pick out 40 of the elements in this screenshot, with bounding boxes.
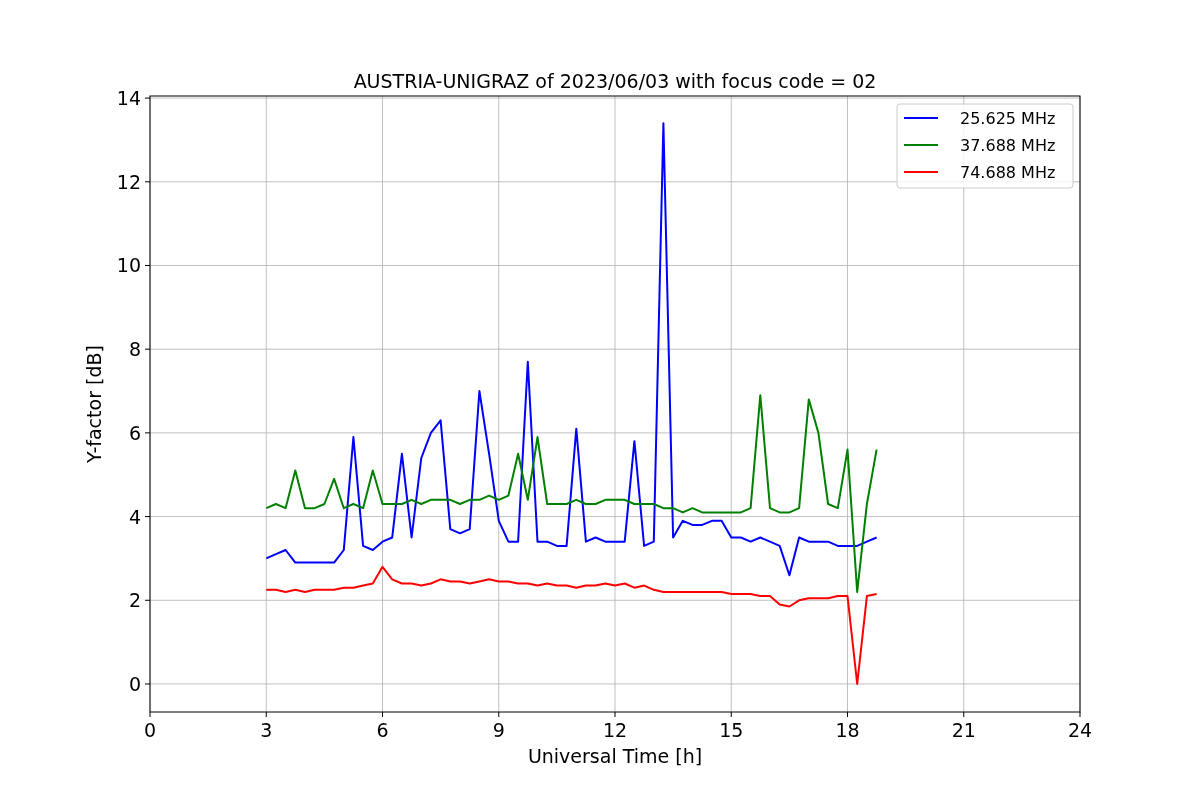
tick-label: 3 [260, 719, 273, 741]
tick-label: 6 [128, 421, 141, 444]
tick-label: 21 [951, 719, 976, 741]
tick-label: 0 [128, 672, 141, 695]
tick-mark [144, 683, 151, 685]
tick-mark [144, 181, 151, 183]
tick-label: 15 [719, 719, 744, 741]
tick-mark [498, 711, 500, 718]
tick-mark [144, 265, 151, 266]
tick-label: 10 [116, 254, 141, 277]
tick-mark [847, 711, 848, 718]
tick-label: 18 [835, 719, 860, 741]
tick-label: 6 [376, 719, 389, 741]
tick-mark [144, 599, 151, 601]
tick-mark [382, 711, 383, 718]
tick-label: 24 [1067, 719, 1093, 741]
tick-label: 2 [128, 589, 141, 612]
tick-label: 12 [602, 719, 628, 741]
legend-label: 74.688 MHz [960, 163, 1056, 182]
tick-label: 0 [143, 719, 157, 741]
tick-label: 9 [492, 719, 505, 741]
legend-label: 37.688 MHz [960, 136, 1056, 155]
x-axis-label: Universal Time [h] [527, 745, 703, 767]
tick-mark [144, 97, 151, 99]
tick-mark [730, 711, 732, 718]
y-axis-label: Y-factor [dB] [83, 345, 105, 463]
tick-mark [265, 711, 267, 718]
legend-label: 25.625 MHz [960, 109, 1056, 128]
tick-mark [149, 711, 151, 718]
tick-label: 14 [116, 87, 141, 110]
tick-mark [144, 516, 151, 518]
tick-mark [963, 711, 965, 718]
tick-mark [1079, 711, 1081, 718]
tick-label: 12 [116, 170, 141, 193]
tick-label: 4 [128, 505, 141, 528]
chart-title: AUSTRIA-UNIGRAZ of 2023/06/03 with focus code = 02 [353, 70, 877, 92]
tick-label: 8 [128, 338, 141, 361]
tick-mark [144, 432, 151, 434]
tick-mark [144, 348, 151, 350]
tick-mark [614, 711, 616, 718]
